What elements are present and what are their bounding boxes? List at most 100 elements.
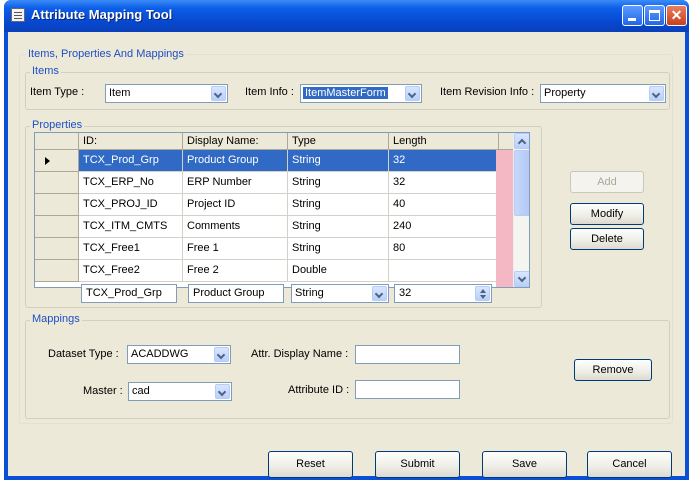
save-button[interactable]: Save: [482, 451, 567, 478]
cell-length[interactable]: 32: [389, 172, 499, 194]
row-selector[interactable]: [35, 238, 79, 260]
scroll-up-icon[interactable]: [514, 133, 529, 149]
table-row[interactable]: TCX_Free1 Free 1 String 80: [35, 238, 500, 260]
cell-id[interactable]: TCX_PROJ_ID: [79, 194, 183, 216]
master-label: Master :: [83, 385, 123, 397]
edit-length-stepper[interactable]: 32: [394, 284, 492, 303]
edit-id-field[interactable]: TCX_Prod_Grp: [81, 284, 177, 303]
cell-length[interactable]: 240: [389, 216, 499, 238]
cell-id[interactable]: TCX_Free1: [79, 238, 183, 260]
grid-header: ID: Display Name: Type Length: [35, 133, 515, 150]
cell-type[interactable]: String: [288, 172, 389, 194]
item-type-dropdown[interactable]: Item: [105, 84, 228, 103]
row-selector[interactable]: [35, 172, 79, 194]
edit-length-value: 32: [399, 287, 412, 299]
item-info-value: ItemMasterForm: [303, 87, 388, 99]
item-type-label: Item Type :: [30, 86, 85, 98]
attr-display-name-label: Attr. Display Name :: [251, 348, 349, 360]
application-window: Attribute Mapping Tool ✕ Items, Properti…: [4, 0, 689, 480]
outer-group-legend: Items, Properties And Mappings: [26, 48, 186, 60]
table-row[interactable]: TCX_ITM_CMTS Comments String 240: [35, 216, 500, 238]
attribute-id-label: Attribute ID :: [288, 384, 350, 396]
dataset-type-value: ACADDWG: [131, 348, 189, 360]
app-icon: [11, 8, 25, 22]
cell-length[interactable]: [389, 260, 499, 282]
edit-type-value: String: [295, 287, 324, 299]
cell-type[interactable]: String: [288, 238, 389, 260]
table-row[interactable]: TCX_Free2 Free 2 Double: [35, 260, 500, 282]
client-area: Items, Properties And Mappings Items Ite…: [8, 32, 685, 478]
chevron-down-icon[interactable]: [372, 286, 387, 301]
items-group-legend: Items: [30, 65, 61, 77]
cell-id[interactable]: TCX_Prod_Grp: [79, 150, 183, 172]
close-button[interactable]: ✕: [666, 5, 687, 26]
column-header-id[interactable]: ID:: [79, 133, 183, 150]
close-icon: ✕: [670, 7, 683, 23]
remove-button[interactable]: Remove: [574, 359, 652, 381]
attribute-id-input[interactable]: [355, 380, 460, 399]
add-button[interactable]: Add: [570, 171, 644, 193]
cell-display-name[interactable]: Free 1: [183, 238, 288, 260]
table-row[interactable]: TCX_PROJ_ID Project ID String 40: [35, 194, 500, 216]
cell-type[interactable]: Double: [288, 260, 389, 282]
column-header-type[interactable]: Type: [288, 133, 389, 150]
cell-type[interactable]: String: [288, 216, 389, 238]
column-header-length[interactable]: Length: [389, 133, 499, 150]
delete-button[interactable]: Delete: [570, 228, 644, 250]
item-type-value: Item: [109, 87, 131, 99]
cell-type[interactable]: String: [288, 194, 389, 216]
chevron-down-icon[interactable]: [211, 86, 226, 101]
cell-display-name[interactable]: ERP Number: [183, 172, 288, 194]
chevron-down-icon[interactable]: [214, 347, 229, 362]
cell-length[interactable]: 80: [389, 238, 499, 260]
chevron-down-icon[interactable]: [649, 86, 664, 101]
cell-display-name[interactable]: Comments: [183, 216, 288, 238]
window-title: Attribute Mapping Tool: [31, 7, 173, 22]
row-selector[interactable]: [35, 260, 79, 282]
spin-updown-icon[interactable]: [475, 286, 490, 301]
cell-length[interactable]: 40: [389, 194, 499, 216]
chevron-down-icon[interactable]: [405, 86, 420, 101]
item-info-label: Item Info :: [245, 86, 294, 98]
row-selector[interactable]: [35, 216, 79, 238]
title-bar[interactable]: Attribute Mapping Tool ✕: [4, 0, 689, 32]
item-info-dropdown[interactable]: ItemMasterForm: [300, 84, 422, 103]
attr-display-name-input[interactable]: [355, 345, 460, 364]
properties-grid[interactable]: ID: Display Name: Type Length TCX_Prod_G…: [34, 132, 530, 288]
master-value: cad: [132, 385, 150, 397]
edit-type-dropdown[interactable]: String: [291, 284, 389, 303]
edit-display-name-field[interactable]: Product Group: [188, 284, 284, 303]
row-selector[interactable]: [35, 194, 79, 216]
minimize-button[interactable]: [622, 5, 643, 26]
cell-length[interactable]: 32: [389, 150, 499, 172]
minimize-icon: [628, 18, 636, 21]
submit-button[interactable]: Submit: [375, 451, 460, 478]
cell-display-name[interactable]: Product Group: [183, 150, 288, 172]
item-revision-info-value: Property: [544, 87, 586, 99]
dataset-type-dropdown[interactable]: ACADDWG: [127, 345, 231, 364]
cell-type[interactable]: String: [288, 150, 389, 172]
table-row[interactable]: TCX_ERP_No ERP Number String 32: [35, 172, 500, 194]
item-revision-info-dropdown[interactable]: Property: [540, 84, 666, 103]
mappings-group-legend: Mappings: [30, 313, 82, 325]
reset-button[interactable]: Reset: [268, 451, 353, 478]
cell-id[interactable]: TCX_ERP_No: [79, 172, 183, 194]
cell-id[interactable]: TCX_ITM_CMTS: [79, 216, 183, 238]
properties-group-legend: Properties: [30, 119, 85, 131]
scroll-down-icon[interactable]: [514, 271, 529, 287]
scroll-thumb[interactable]: [514, 150, 529, 216]
chevron-down-icon[interactable]: [215, 384, 230, 399]
maximize-button[interactable]: [644, 5, 665, 26]
master-dropdown[interactable]: cad: [128, 382, 232, 401]
cell-id[interactable]: TCX_Free2: [79, 260, 183, 282]
maximize-icon: [649, 10, 660, 21]
item-revision-info-label: Item Revision Info :: [440, 86, 535, 98]
cell-display-name[interactable]: Project ID: [183, 194, 288, 216]
modify-button[interactable]: Modify: [570, 203, 644, 225]
table-row[interactable]: TCX_Prod_Grp Product Group String 32: [35, 150, 500, 172]
row-selector-current[interactable]: [35, 150, 79, 172]
cancel-button[interactable]: Cancel: [587, 451, 672, 478]
grid-vertical-scrollbar[interactable]: [513, 133, 529, 287]
column-header-display-name[interactable]: Display Name:: [183, 133, 288, 150]
cell-display-name[interactable]: Free 2: [183, 260, 288, 282]
